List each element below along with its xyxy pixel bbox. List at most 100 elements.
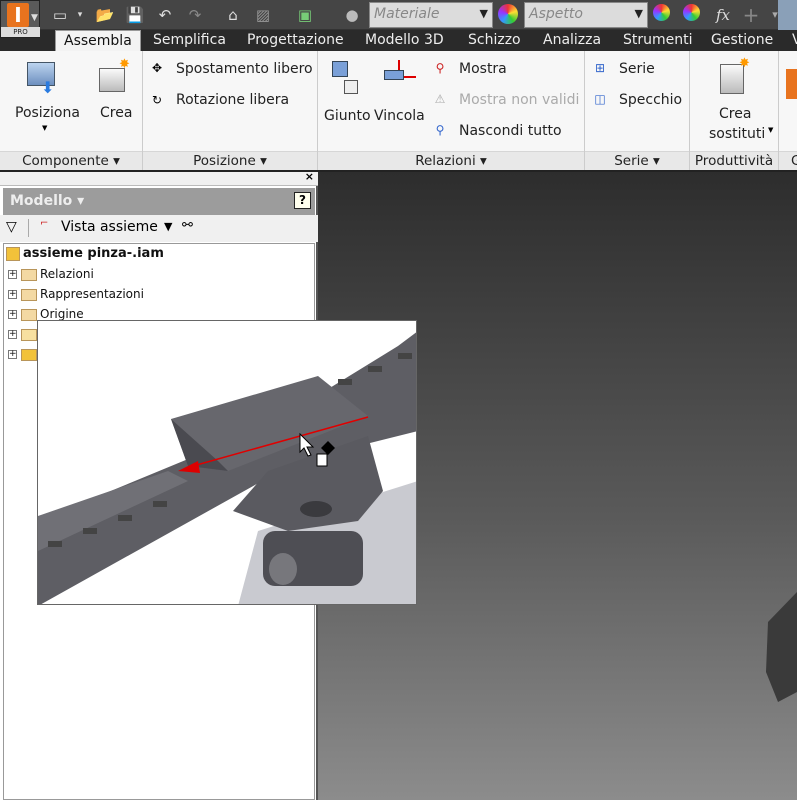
chevron-down-icon[interactable]: ▼ (164, 220, 172, 233)
giunto-button[interactable]: Giunto (322, 56, 372, 136)
posiziona-label: Posiziona (15, 105, 80, 121)
relazioni-panel-label[interactable]: Relazioni ▾ (318, 151, 584, 170)
expand-icon[interactable]: + (8, 290, 17, 299)
rotazione-label: Rotazione libera (176, 92, 290, 108)
plus-icon[interactable]: + (741, 5, 761, 25)
chevron-down-icon: ▼ (42, 124, 48, 132)
preview-render (38, 321, 416, 604)
tree-item-rappresentazioni[interactable]: + Rappresentazioni (8, 284, 144, 304)
tab-strumenti[interactable]: Strumenti (623, 30, 693, 51)
componente-panel-label[interactable]: Componente ▾ (0, 151, 142, 170)
chevron-down-icon: ▼ (31, 13, 38, 23)
crea-sostituti-label-2: sostituti (709, 126, 766, 142)
panel-componente: ⬇ Posiziona ▼ ✸ Crea Componente ▾ (0, 51, 143, 170)
material-combo[interactable]: Materiale ▼ (369, 2, 493, 28)
tab-progettazione[interactable]: Progettazione (247, 30, 344, 51)
nascondi-tutto-label: Nascondi tutto (459, 123, 562, 139)
view-selector[interactable]: Vista assieme (61, 219, 158, 235)
posiziona-button[interactable]: ⬇ Posiziona ▼ (15, 56, 80, 156)
vincola-button[interactable]: Vincola (374, 56, 426, 136)
assembly-view-icon: ⌐ (40, 218, 49, 229)
tree-item-part-2[interactable]: + (8, 344, 40, 364)
app-logo: I (7, 3, 29, 27)
specchio-label: Specchio (619, 92, 683, 108)
tab-gestione[interactable]: Gestione (711, 30, 773, 51)
arrow-down-icon: ⬇ (41, 78, 55, 97)
browser-toolbar: ▽ ⌐ Vista assieme ▼ ⚯ (0, 215, 318, 242)
close-icon[interactable]: × (305, 170, 314, 183)
free-rotate-icon: ↻ (151, 93, 163, 107)
appearance-combo[interactable]: Aspetto ▼ (524, 2, 648, 28)
posizione-panel-label[interactable]: Posizione ▾ (143, 151, 317, 170)
chevron-down-icon: ▼ (479, 7, 488, 20)
produttivita-panel-label[interactable]: Produttività (690, 151, 778, 170)
expand-icon[interactable]: + (8, 270, 17, 279)
binoculars-icon[interactable]: ⚯ (182, 218, 193, 233)
ribbon-tabs: Assembla Semplifica Progettazione Modell… (0, 30, 797, 51)
folder-icon (21, 308, 37, 321)
chevron-down-icon: ▼ (634, 7, 643, 20)
spark-icon: ✸ (739, 56, 750, 71)
assembly-icon (6, 246, 20, 261)
clear-appearance-icon[interactable] (683, 4, 700, 21)
undo-icon[interactable]: ↶ (155, 5, 175, 25)
ribbon: ⬇ Posiziona ▼ ✸ Crea Componente ▾ ✥ Spost… (0, 51, 797, 170)
hide-constraints-icon: ⚲ (435, 123, 445, 137)
redo-icon[interactable]: ↷ (185, 5, 205, 25)
mostra-non-validi-label: Mostra non validi (459, 92, 580, 108)
tab-semplifica[interactable]: Semplifica (153, 30, 226, 51)
free-move-icon: ✥ (151, 61, 163, 75)
open-icon[interactable]: 📂 (95, 5, 115, 25)
tab-schizzo[interactable]: Schizzo (468, 30, 521, 51)
next-panel-icon (786, 69, 797, 99)
tree-item-part-1[interactable]: + (8, 324, 40, 344)
help-icon[interactable]: ? (294, 192, 311, 209)
panel-produttivita: ✸ Crea sostituti ▼ Produttività (690, 51, 779, 170)
tab-analizza[interactable]: Analizza (543, 30, 601, 51)
giunto-label: Giunto (324, 108, 371, 124)
panel-posizione: ✥ Spostamento libero ↻ Rotazione libera Po… (143, 51, 318, 170)
spark-icon: ✸ (119, 57, 130, 72)
new-icon[interactable]: ▭ (50, 5, 70, 25)
material-sphere-icon[interactable]: ● (342, 5, 362, 25)
next-panel-label[interactable]: G (779, 151, 797, 170)
constraint-part-icon (384, 70, 404, 80)
select-icon[interactable]: ▣ (295, 5, 315, 25)
crea-button[interactable]: ✸ Crea (97, 56, 137, 136)
vincola-label: Vincola (374, 108, 425, 124)
pro-badge: PRO (1, 27, 40, 37)
pattern-icon: ⊞ (594, 61, 606, 75)
tab-assembla[interactable]: Assembla (55, 30, 141, 51)
color-wheel-icon[interactable] (498, 4, 518, 24)
tab-v[interactable]: V (792, 30, 797, 51)
constraint-cursor-icon (316, 453, 328, 467)
expand-icon[interactable]: + (8, 350, 17, 359)
browser-grip[interactable]: × (0, 170, 318, 186)
model-part (766, 592, 797, 702)
save-icon[interactable]: 💾 (125, 5, 145, 25)
home-icon[interactable]: ⌂ (223, 5, 243, 25)
new-dropdown-icon[interactable]: ▾ (70, 5, 90, 25)
joint-part-icon (344, 80, 358, 94)
update-icon[interactable]: ▨ (253, 5, 273, 25)
filter-icon[interactable]: ▽ (6, 219, 17, 235)
quick-access-toolbar: ▭ ▾ 📂 💾 ↶ ↷ ⌂ ▨ ▣ ● Materiale ▼ Aspetto ▼ … (0, 0, 797, 30)
crea-sostituti-button[interactable]: ✸ Crea sostituti ▼ (695, 56, 775, 146)
tree-item-relazioni[interactable]: + Relazioni (8, 264, 94, 284)
spostamento-label: Spostamento libero (176, 61, 313, 77)
expand-icon[interactable]: + (8, 310, 17, 319)
appearance-adjust-icon[interactable] (653, 4, 670, 21)
part-icon (21, 328, 37, 341)
expand-icon[interactable]: + (8, 330, 17, 339)
tree-root[interactable]: assieme pinza-.iam (6, 244, 164, 264)
browser-title-bar[interactable]: Modello ▾ ? (3, 188, 315, 215)
app-button[interactable]: I ▼ PRO (0, 0, 40, 38)
panel-serie: ⊞ Serie ◫ Specchio Serie ▾ (585, 51, 690, 170)
tab-modello-3d[interactable]: Modello 3D (365, 30, 444, 51)
chevron-down-icon: ▼ (768, 126, 774, 134)
serie-panel-label[interactable]: Serie ▾ (585, 151, 689, 170)
panel-relazioni: Giunto Vincola ⚲ Mostra ⚠ Mostra non valid… (318, 51, 585, 170)
representations-icon (21, 288, 37, 301)
divider (28, 219, 29, 237)
fx-button[interactable]: fx (713, 5, 733, 25)
